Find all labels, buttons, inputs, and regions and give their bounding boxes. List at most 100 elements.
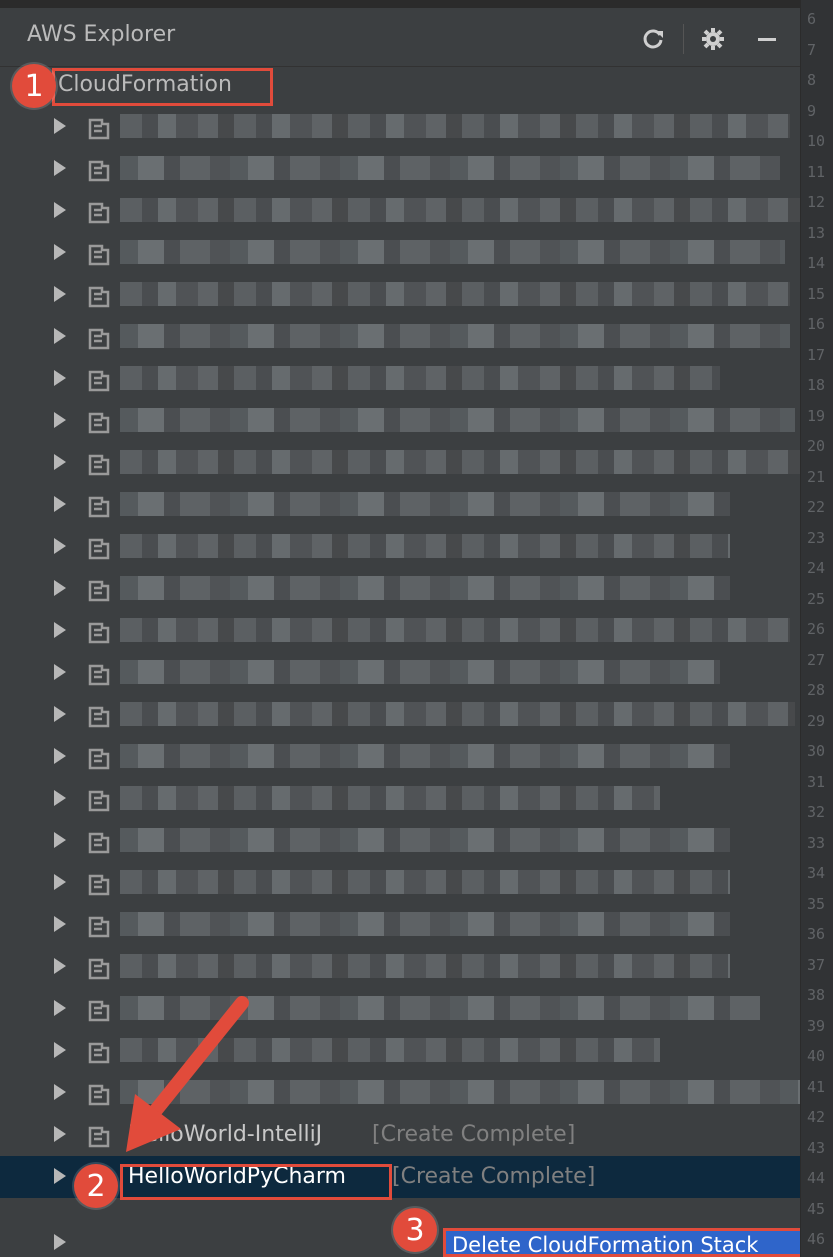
expand-arrow-icon[interactable] bbox=[54, 370, 66, 386]
stack-node-redacted[interactable] bbox=[0, 694, 800, 736]
stack-node-redacted[interactable] bbox=[0, 946, 800, 988]
cloudformation-stack-icon bbox=[88, 286, 110, 308]
delete-stack-menu-item[interactable]: Delete CloudFormation Stack bbox=[443, 1228, 813, 1257]
redacted-stack-name bbox=[120, 1080, 800, 1104]
line-number: 29 bbox=[807, 711, 826, 730]
expand-arrow-icon[interactable] bbox=[54, 286, 66, 302]
stack-node-redacted[interactable] bbox=[0, 106, 800, 148]
line-number: 15 bbox=[807, 284, 826, 303]
redacted-stack-name bbox=[120, 954, 730, 978]
cloudformation-stack-icon bbox=[88, 412, 110, 434]
cloudformation-stack-icon bbox=[88, 1042, 110, 1064]
cloudformation-stack-icon bbox=[88, 1000, 110, 1022]
minimize-icon[interactable] bbox=[754, 26, 780, 52]
stack-node-redacted[interactable] bbox=[0, 988, 800, 1030]
line-number: 38 bbox=[807, 986, 826, 1004]
line-number: 16 bbox=[807, 315, 826, 333]
expand-arrow-icon[interactable] bbox=[54, 1084, 66, 1100]
stack-node-redacted[interactable] bbox=[0, 652, 800, 694]
redacted-stack-name bbox=[120, 450, 800, 474]
stack-node-redacted[interactable] bbox=[0, 526, 800, 568]
expand-arrow-icon[interactable] bbox=[54, 328, 66, 344]
stack-node-redacted[interactable] bbox=[0, 1072, 800, 1114]
redacted-stack-name bbox=[120, 996, 760, 1020]
stack-node-redacted[interactable] bbox=[0, 568, 800, 610]
redacted-stack-name bbox=[120, 576, 730, 600]
stack-node-redacted[interactable] bbox=[0, 904, 800, 946]
callout-badge-2: 2 bbox=[74, 1164, 118, 1208]
stack-node-redacted[interactable] bbox=[0, 736, 800, 778]
line-number: 34 bbox=[807, 864, 826, 882]
stack-node-redacted[interactable] bbox=[0, 442, 800, 484]
expand-arrow-icon[interactable] bbox=[54, 790, 66, 806]
expand-arrow-icon[interactable] bbox=[54, 580, 66, 596]
line-number: 26 bbox=[807, 620, 826, 638]
expand-arrow-icon[interactable] bbox=[54, 202, 66, 218]
line-number: 46 bbox=[807, 1230, 826, 1248]
expand-arrow-icon[interactable] bbox=[54, 958, 66, 974]
redacted-stack-name bbox=[120, 744, 730, 768]
expand-arrow-icon[interactable] bbox=[54, 832, 66, 848]
stack-node-redacted[interactable] bbox=[0, 862, 800, 904]
stack-node-redacted[interactable] bbox=[0, 400, 800, 442]
expand-arrow-icon[interactable] bbox=[54, 622, 66, 638]
expand-arrow-icon[interactable] bbox=[54, 160, 66, 176]
expand-arrow-icon[interactable] bbox=[54, 118, 66, 134]
expand-arrow-icon[interactable] bbox=[54, 1000, 66, 1016]
expand-arrow-icon[interactable] bbox=[54, 874, 66, 890]
cloudformation-stack-icon bbox=[88, 916, 110, 938]
line-number: 28 bbox=[807, 681, 826, 699]
expand-arrow-icon[interactable] bbox=[54, 748, 66, 764]
stack-node-redacted[interactable] bbox=[0, 190, 800, 232]
expand-arrow-icon[interactable] bbox=[54, 1042, 66, 1058]
line-number: 18 bbox=[807, 376, 826, 394]
gear-icon[interactable] bbox=[700, 26, 726, 52]
stack-node-redacted[interactable] bbox=[0, 148, 800, 190]
line-number: 7 bbox=[807, 40, 817, 59]
redacted-stack-name bbox=[120, 660, 720, 684]
line-number: 39 bbox=[807, 1016, 826, 1035]
cloudformation-stack-icon bbox=[88, 202, 110, 224]
refresh-icon[interactable] bbox=[640, 26, 666, 52]
stack-node-redacted[interactable] bbox=[0, 1030, 800, 1072]
expand-arrow-icon[interactable] bbox=[54, 1234, 66, 1250]
cloudformation-stack-icon bbox=[88, 118, 110, 140]
cloudformation-stack-icon bbox=[88, 496, 110, 518]
line-number: 45 bbox=[807, 1199, 826, 1218]
stack-name[interactable]: HelloWorld-IntelliJ bbox=[128, 1122, 322, 1147]
expand-arrow-icon[interactable] bbox=[54, 664, 66, 680]
expand-arrow-icon[interactable] bbox=[54, 1126, 66, 1142]
redacted-stack-name bbox=[120, 492, 730, 516]
expand-arrow-icon[interactable] bbox=[54, 244, 66, 260]
expand-arrow-icon[interactable] bbox=[54, 538, 66, 554]
line-number: 25 bbox=[807, 589, 826, 608]
stack-node-redacted[interactable] bbox=[0, 316, 800, 358]
callout-badge-3: 3 bbox=[393, 1208, 437, 1252]
stack-node-redacted[interactable] bbox=[0, 358, 800, 400]
expand-arrow-icon[interactable] bbox=[54, 916, 66, 932]
expand-arrow-icon[interactable] bbox=[54, 454, 66, 470]
stack-node[interactable]: HelloWorld-IntelliJ [Create Complete] bbox=[0, 1114, 800, 1156]
expand-arrow-icon[interactable] bbox=[54, 412, 66, 428]
stack-node-redacted[interactable] bbox=[0, 610, 800, 652]
expand-arrow-icon[interactable] bbox=[54, 706, 66, 722]
redacted-stack-name bbox=[120, 282, 790, 306]
expand-arrow-icon[interactable] bbox=[54, 1168, 66, 1184]
stack-node-redacted[interactable] bbox=[0, 232, 800, 274]
line-number: 12 bbox=[807, 193, 826, 211]
line-number: 10 bbox=[807, 132, 826, 150]
line-number: 33 bbox=[807, 833, 826, 852]
stack-node-redacted[interactable] bbox=[0, 484, 800, 526]
redacted-stack-name bbox=[120, 240, 785, 264]
top-strip bbox=[0, 0, 800, 8]
redacted-stack-name bbox=[120, 156, 780, 180]
line-number: 44 bbox=[807, 1169, 826, 1187]
line-number: 22 bbox=[807, 498, 826, 516]
stack-node-redacted[interactable] bbox=[0, 778, 800, 820]
cloudformation-stack-icon bbox=[88, 244, 110, 266]
stack-node-redacted[interactable] bbox=[0, 820, 800, 862]
expand-arrow-icon[interactable] bbox=[54, 496, 66, 512]
stack-node-redacted[interactable] bbox=[0, 274, 800, 316]
redacted-stack-name bbox=[120, 114, 790, 138]
line-number: 19 bbox=[807, 406, 826, 425]
